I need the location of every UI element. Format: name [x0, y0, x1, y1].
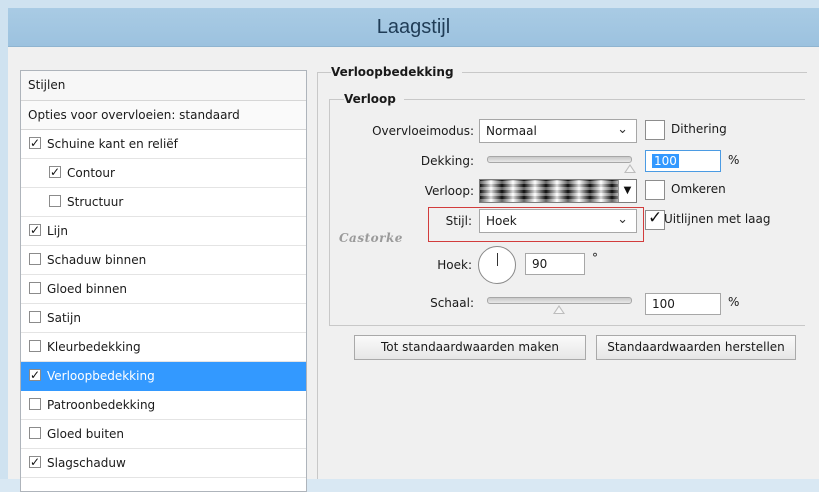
style-item-label: Contour — [67, 166, 115, 180]
style-item-checkbox[interactable] — [29, 448, 41, 476]
style-item-checkbox[interactable] — [49, 158, 61, 186]
angle-input[interactable]: 90 — [525, 253, 585, 275]
blend-options-item[interactable]: Opties voor overvloeien: standaard — [21, 101, 306, 130]
scale-input[interactable]: 100 — [645, 293, 721, 315]
style-item[interactable]: Gloed buiten — [21, 420, 306, 449]
opacity-slider-track[interactable] — [487, 156, 632, 163]
watermark-signature: Castorke — [339, 231, 403, 245]
style-item-checkbox[interactable] — [29, 427, 41, 439]
angle-label: Hoek: — [437, 258, 472, 272]
style-item[interactable]: Structuur — [21, 188, 306, 217]
style-item[interactable]: Gloed binnen — [21, 275, 306, 304]
style-items: Schuine kant en reliëf Contour Structuur Li… — [21, 129, 306, 478]
opacity-value: 100 — [652, 154, 679, 168]
window-title: Laagstijl — [376, 16, 451, 38]
align-label: Uitlijnen met laag — [664, 212, 771, 226]
gradient-label: Verloop: — [424, 184, 474, 198]
style-item-label: Kleurbedekking — [47, 340, 141, 354]
style-item-label: Schuine kant en reliëf — [47, 137, 178, 151]
style-item-label: Slagschaduw — [47, 456, 126, 470]
style-item[interactable]: Satijn — [21, 304, 306, 333]
blend-mode-value: Normaal — [486, 124, 537, 138]
scale-label: Schaal: — [430, 296, 474, 310]
style-item-checkbox[interactable] — [29, 398, 41, 410]
group-border-bottom — [329, 325, 805, 326]
style-item-checkbox[interactable] — [29, 282, 41, 294]
style-item-checkbox[interactable] — [29, 253, 41, 265]
style-item-checkbox[interactable] — [29, 340, 41, 352]
reverse-label: Omkeren — [671, 182, 726, 196]
gradient-swatch[interactable]: ▼ — [479, 179, 637, 203]
style-item[interactable]: Patroonbedekking — [21, 391, 306, 420]
dithering-checkbox[interactable] — [645, 120, 665, 140]
style-item[interactable]: Schaduw binnen — [21, 246, 306, 275]
scale-unit: % — [728, 295, 740, 309]
style-value: Hoek — [486, 214, 517, 228]
style-item-checkbox[interactable] — [29, 129, 41, 157]
style-item-checkbox[interactable] — [29, 216, 41, 244]
opacity-input[interactable]: 100 — [645, 150, 721, 172]
chevron-down-icon: ⌄ — [617, 122, 628, 137]
style-item[interactable]: Kleurbedekking — [21, 333, 306, 362]
style-item[interactable]: Lijn — [21, 216, 306, 246]
reverse-checkbox[interactable] — [645, 180, 665, 200]
opacity-slider-thumb[interactable] — [624, 164, 636, 173]
blend-mode-label: Overvloeimodus: — [372, 124, 474, 138]
style-item-checkbox[interactable] — [29, 311, 41, 323]
blend-mode-select[interactable]: Normaal ⌄ — [479, 119, 637, 143]
restore-default-button[interactable]: Standaardwaarden herstellen — [596, 335, 796, 360]
angle-unit: ° — [592, 251, 598, 265]
window-frame: Laagstijl Stijlen Opties voor overvloeie… — [0, 0, 819, 492]
style-select[interactable]: Hoek ⌄ — [479, 209, 637, 233]
angle-dial[interactable] — [478, 246, 516, 284]
style-item-label: Structuur — [67, 195, 124, 209]
style-item-label: Gloed binnen — [47, 282, 127, 296]
style-item-label: Verloopbedekking — [47, 369, 155, 383]
style-item-label: Schaduw binnen — [47, 253, 147, 267]
style-item-label: Satijn — [47, 311, 81, 325]
style-item-label: Gloed buiten — [47, 427, 125, 441]
dithering-label: Dithering — [671, 122, 727, 136]
title-bar: Laagstijl — [8, 8, 819, 47]
section-title: Verloopbedekking — [331, 65, 462, 79]
style-item-checkbox[interactable] — [49, 195, 61, 207]
reset-default-button[interactable]: Tot standaardwaarden maken — [354, 335, 586, 360]
align-checkbox[interactable] — [645, 208, 665, 230]
styles-header[interactable]: Stijlen — [21, 71, 306, 101]
style-item[interactable]: Schuine kant en reliëf — [21, 129, 306, 159]
opacity-label: Dekking: — [420, 154, 474, 168]
style-item-label: Lijn — [47, 224, 68, 238]
styles-list: Stijlen Opties voor overvloeien: standaa… — [20, 70, 307, 492]
chevron-down-icon: ⌄ — [617, 212, 628, 227]
dialog-body: Stijlen Opties voor overvloeien: standaa… — [8, 47, 819, 492]
style-item[interactable]: Verloopbedekking — [21, 361, 306, 391]
scale-slider-thumb[interactable] — [552, 305, 565, 314]
scale-slider-track[interactable] — [487, 297, 632, 304]
style-item[interactable]: Slagschaduw — [21, 448, 306, 478]
gradient-dropdown-icon[interactable]: ▼ — [618, 180, 636, 202]
style-label: Stijl: — [445, 214, 472, 228]
opacity-unit: % — [728, 153, 740, 167]
style-item[interactable]: Contour — [21, 158, 306, 188]
group-title: Verloop — [344, 92, 404, 106]
panel-border-left — [317, 72, 318, 479]
group-border-left — [329, 99, 330, 325]
style-item-label: Patroonbedekking — [47, 398, 156, 412]
style-item-checkbox[interactable] — [29, 361, 41, 389]
